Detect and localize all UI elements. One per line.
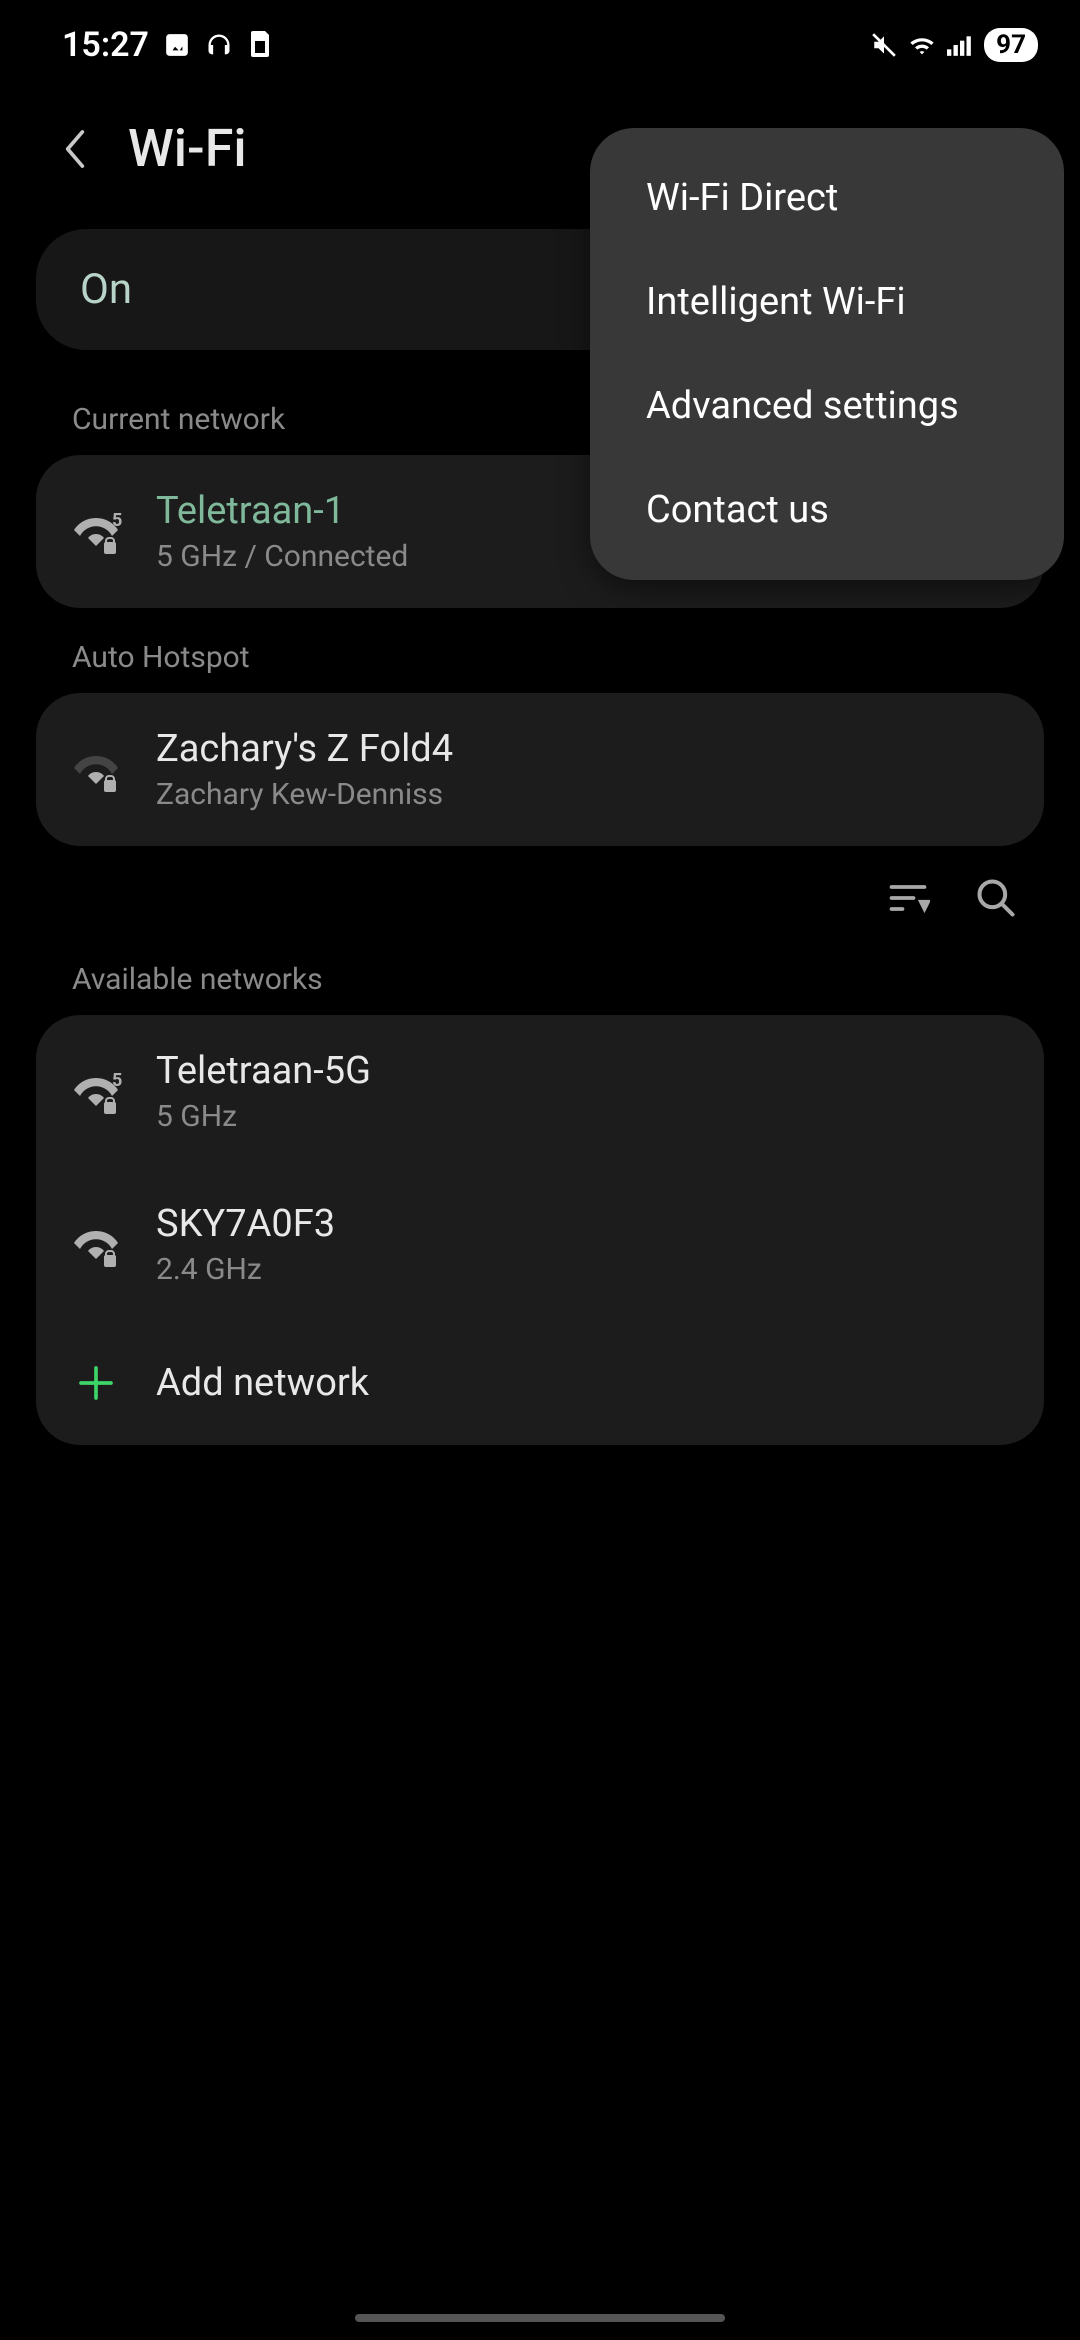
wifi-toggle-label: On <box>80 265 132 314</box>
status-right: 97 <box>870 28 1038 62</box>
headphones-icon <box>205 31 233 59</box>
wifi-secure-icon <box>66 740 126 800</box>
menu-contact-us[interactable]: Contact us <box>590 458 1064 562</box>
list-controls <box>0 846 1080 930</box>
sim-icon <box>247 31 275 59</box>
available-network-text: SKY7A0F3 2.4 GHz <box>156 1202 1008 1287</box>
add-network-row[interactable]: Add network <box>36 1321 1044 1445</box>
section-auto-hotspot: Auto Hotspot <box>0 608 1080 693</box>
battery-indicator: 97 <box>984 28 1038 62</box>
available-network-row[interactable]: 5 Teletraan-5G 5 GHz <box>36 1015 1044 1168</box>
section-available-networks: Available networks <box>0 930 1080 1015</box>
chevron-left-icon <box>60 127 90 171</box>
wifi-secure-icon <box>66 1215 126 1275</box>
menu-wifi-direct[interactable]: Wi-Fi Direct <box>590 146 1064 250</box>
plus-icon <box>76 1363 116 1403</box>
hotspot-text: Zachary's Z Fold4 Zachary Kew-Denniss <box>156 727 1008 812</box>
available-networks-card: 5 Teletraan-5G 5 GHz SKY7A0F3 2.4 GHz Ad… <box>36 1015 1044 1445</box>
page-title: Wi-Fi <box>128 118 247 179</box>
available-network-row[interactable]: SKY7A0F3 2.4 GHz <box>36 1168 1044 1321</box>
svg-text:5: 5 <box>112 510 122 531</box>
hotspot-card: Zachary's Z Fold4 Zachary Kew-Denniss <box>36 693 1044 846</box>
svg-text:5: 5 <box>112 1070 122 1091</box>
available-network-name: Teletraan-5G <box>156 1049 1008 1093</box>
back-button[interactable] <box>60 127 90 171</box>
overflow-menu: Wi-Fi Direct Intelligent Wi-Fi Advanced … <box>590 128 1064 580</box>
available-network-sub: 5 GHz <box>156 1099 1008 1134</box>
menu-advanced-settings[interactable]: Advanced settings <box>590 354 1064 458</box>
add-network-label: Add network <box>156 1361 369 1405</box>
picture-icon <box>163 31 191 59</box>
status-left: 15:27 <box>62 25 275 65</box>
hotspot-name: Zachary's Z Fold4 <box>156 727 1008 771</box>
gesture-handle[interactable] <box>355 2314 725 2322</box>
wifi-secure-5g-icon: 5 <box>66 502 126 562</box>
status-bar: 15:27 97 <box>0 0 1080 78</box>
available-network-name: SKY7A0F3 <box>156 1202 1008 1246</box>
hotspot-sub: Zachary Kew-Denniss <box>156 777 1008 812</box>
search-icon <box>974 876 1018 920</box>
signal-icon <box>946 31 974 59</box>
available-network-text: Teletraan-5G 5 GHz <box>156 1049 1008 1134</box>
filter-button[interactable] <box>886 876 930 920</box>
wifi-status-icon <box>908 31 936 59</box>
wifi-secure-5g-icon: 5 <box>66 1062 126 1122</box>
hotspot-row[interactable]: Zachary's Z Fold4 Zachary Kew-Denniss <box>36 693 1044 846</box>
menu-intelligent-wifi[interactable]: Intelligent Wi-Fi <box>590 250 1064 354</box>
status-time: 15:27 <box>62 25 149 65</box>
search-button[interactable] <box>974 876 1018 920</box>
available-network-sub: 2.4 GHz <box>156 1252 1008 1287</box>
mute-icon <box>870 31 898 59</box>
filter-icon <box>886 876 930 920</box>
